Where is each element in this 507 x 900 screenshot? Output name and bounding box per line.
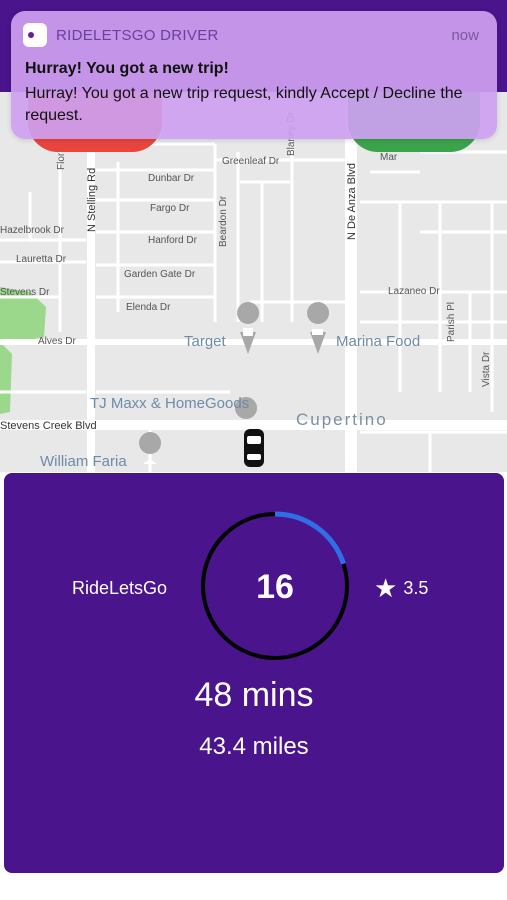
map-street-label: Parish Pl [446,301,457,342]
map-street-label: N De Anza Blvd [346,162,358,240]
trip-request-card: RideLetsGo 16 ★ 3.5 48 mins 43.4 miles [4,473,504,873]
map-street-label: Hanford Dr [148,235,197,246]
trip-duration: 48 mins [194,676,314,714]
map-poi-target[interactable]: Target [184,333,226,350]
notification-time: now [451,27,479,44]
map-poi-tj-maxx[interactable]: TJ Maxx & HomeGoods [90,395,249,412]
car-icon [244,429,264,467]
map-street-label: Fargo Dr [150,203,190,214]
trip-distance: 43.4 miles [199,733,309,760]
map-street-label: N Stelling Rd [86,167,98,232]
map-street-label: Stevens Creek Blvd [0,420,97,432]
map-street-label: Lauretta Dr [16,254,67,265]
map-street-label: Dunbar Dr [148,173,195,184]
brand-name: RideLetsGo [72,578,168,598]
notification-title: Hurray! You got a new trip! [25,60,229,77]
rating: ★ 3.5 [374,575,428,601]
map-street-label: Elenda Dr [126,302,171,313]
countdown-timer: 16 [256,568,294,606]
map-street-label: Alves Dr [38,336,76,347]
map-street-label: Vista Dr [481,351,492,387]
map-street-label: Garden Gate Dr [124,269,196,280]
push-notification[interactable]: RIDELETSGO DRIVER now Hurray! You got a … [11,11,497,139]
map-street-label: Stevens Dr [0,287,50,298]
map-poi-william-faria[interactable]: William Faria [40,453,127,470]
star-icon: ★ [374,573,398,603]
notification-body: Hurray! You got a new trip request, kind… [25,85,463,124]
notification-app-name: RIDELETSGO DRIVER [56,27,219,44]
app-icon [23,23,47,47]
map-street-label: Greenleaf Dr [222,156,280,167]
map-poi-marina-food[interactable]: Marina Food [336,333,420,350]
map-street-label: Hazelbrook Dr [0,225,64,236]
map-street-label: Flor [56,152,67,170]
rating-value: 3.5 [403,577,429,598]
map-street-label: Beardon Dr [218,195,229,247]
map-street-label: Lazaneo Dr [388,286,440,297]
map-city-label: Cupertino [296,410,388,429]
map-street-label: Mar [380,152,398,163]
